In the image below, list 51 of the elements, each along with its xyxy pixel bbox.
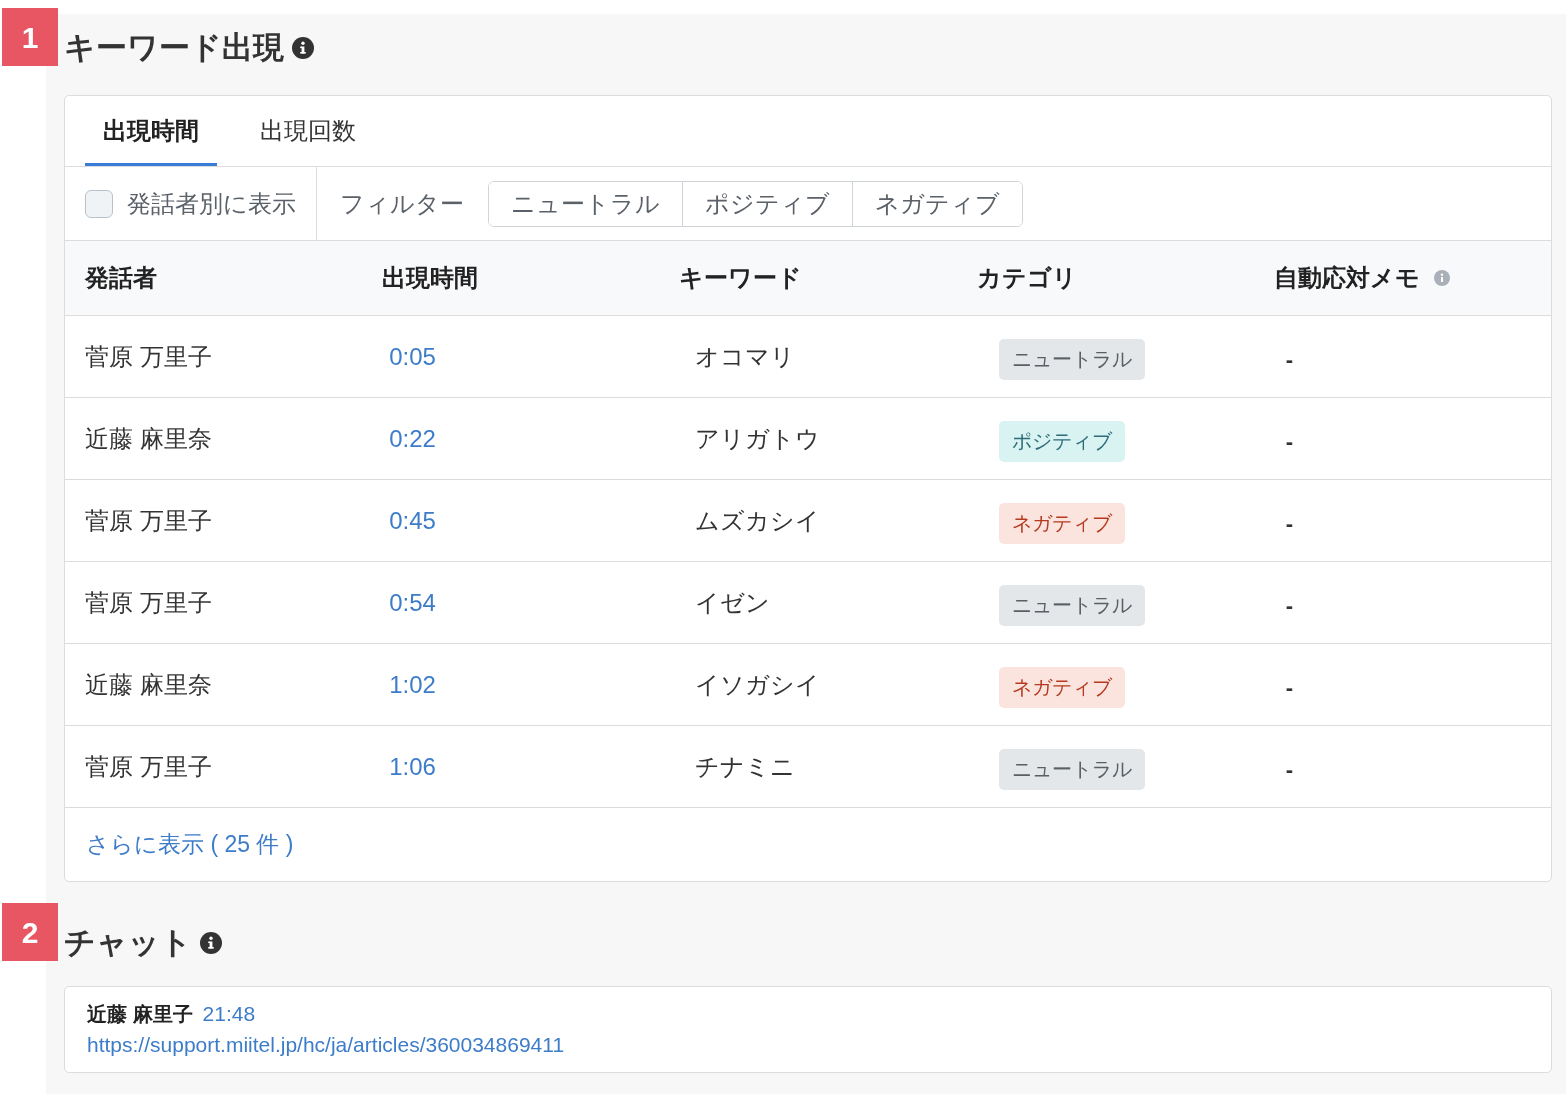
table-cell: イソガシイ [695,670,821,698]
time-link[interactable]: 0:22 [389,424,436,452]
table-cell: - [1285,429,1294,454]
column-header: 出現時間 [382,263,479,293]
table-cell: 近藤 麻里奈 [85,424,212,452]
chat-sender: 近藤 麻里子 [87,1002,193,1027]
section-title: キーワード出現 [64,32,284,64]
category-tag: ネガティブ [998,667,1125,708]
time-link[interactable]: 0:05 [389,342,436,370]
info-icon[interactable] [292,37,314,59]
category-tag: ポジティブ [998,421,1125,462]
table-cell: 菅原 万里子 [85,342,212,370]
filter-option[interactable]: ネガティブ [852,181,1022,226]
time-link[interactable]: 0:45 [389,506,436,534]
table-cell: - [1285,757,1294,782]
category-tag: ニュートラル [998,339,1145,380]
filter-label: フィルター [340,188,464,219]
chat-time: 21:48 [202,1001,256,1027]
table-cell: オコマリ [695,342,796,370]
table-cell: 菅原 万里子 [85,588,212,616]
show-more-link[interactable]: さらに表示 ( 25 件 ) [86,827,294,862]
column-header: 発話者 [85,263,157,293]
section-number-badge: 2 [2,903,58,961]
tab[interactable]: 出現時間 [85,98,217,166]
table-cell: イゼン [695,588,771,616]
category-tag: ニュートラル [998,585,1145,626]
info-icon[interactable] [200,932,222,954]
table-cell: 近藤 麻里奈 [85,670,212,698]
chat-link[interactable]: https://support.miitel.jp/hc/ja/articles/360034869411 [87,1031,565,1059]
table-cell: チナミニ [695,752,796,780]
table-cell: - [1285,347,1294,372]
table-cell: アリガトウ [695,424,821,452]
checkbox[interactable] [85,189,113,218]
table-cell: 菅原 万里子 [85,752,212,780]
table-cell: 菅原 万里子 [85,506,212,534]
time-link[interactable]: 1:06 [389,752,436,780]
column-header: 自動応対メモ [1273,263,1420,293]
section-title: チャット [64,927,192,959]
category-tag: ネガティブ [998,503,1125,544]
column-header: カテゴリ [976,263,1077,293]
time-link[interactable]: 0:54 [389,588,436,616]
category-tag: ニュートラル [998,749,1145,790]
column-header: キーワード [679,263,803,293]
time-link[interactable]: 1:02 [389,670,436,698]
section-number-badge: 1 [2,8,58,66]
table-cell: - [1285,675,1294,700]
table-cell: - [1285,511,1294,536]
table-cell: ムズカシイ [695,506,821,534]
tab[interactable]: 出現回数 [242,98,374,166]
checkbox-label: 発話者別に表示 [127,188,296,219]
table-cell: - [1285,593,1294,618]
